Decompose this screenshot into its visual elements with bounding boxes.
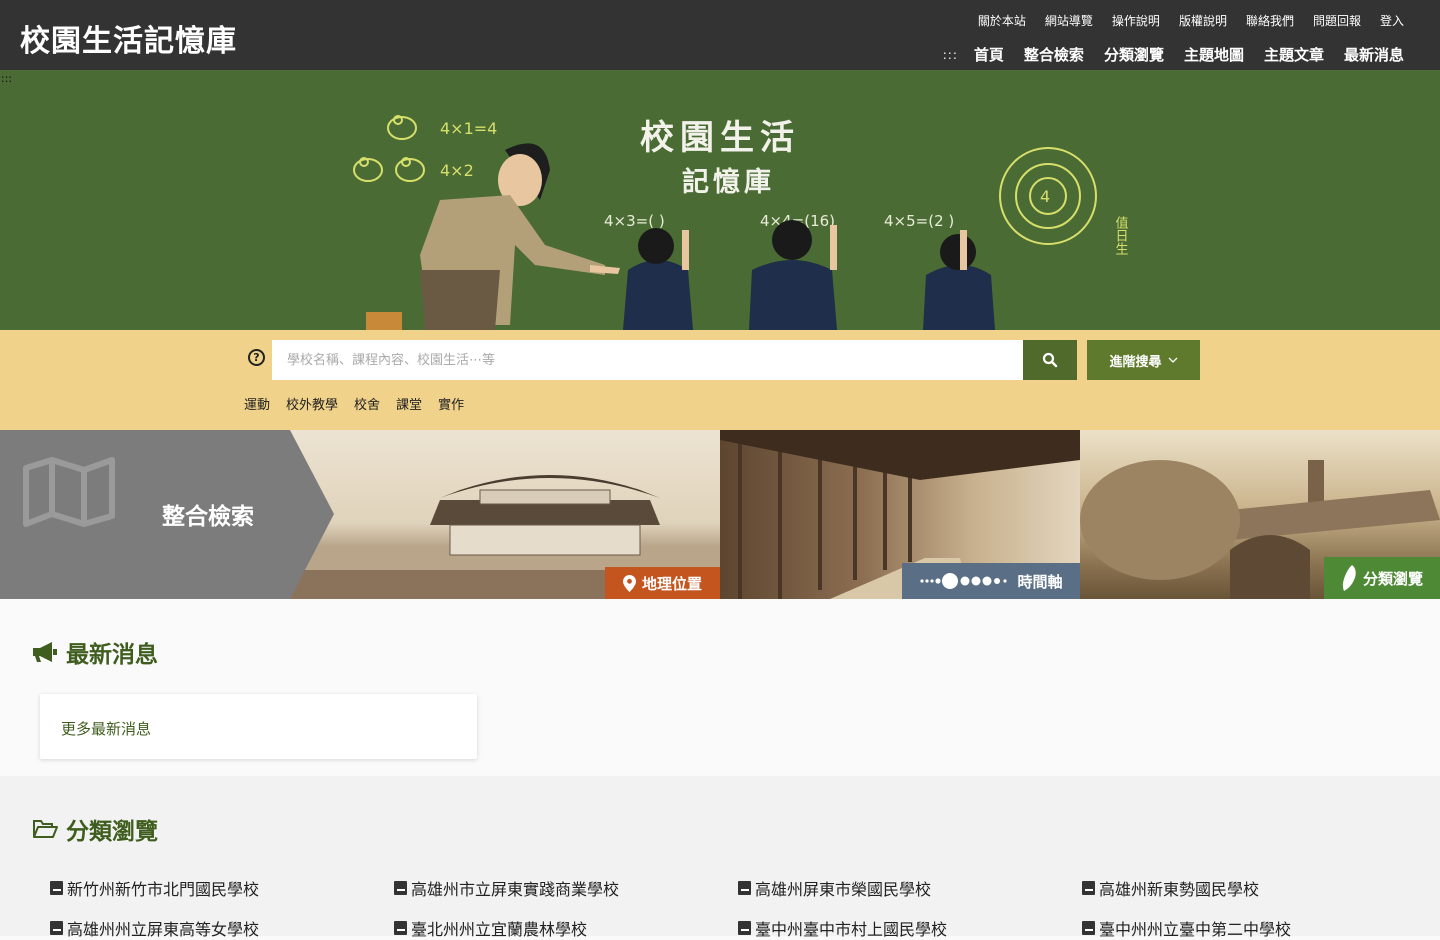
site-title[interactable]: 校園生活記憶庫: [20, 16, 237, 60]
category-section: 分類瀏覽 新竹州新竹市北門國民學校 高雄州市立屏東實踐商業學校 高雄州屏東市榮國…: [0, 776, 1440, 939]
hero-accesskey[interactable]: :::: [1, 72, 12, 85]
hero-subtitle: 記憶庫: [682, 167, 775, 198]
search-icon: [1042, 352, 1058, 368]
category-item-label: 新竹州新竹市北門國民學校: [67, 880, 260, 899]
chalk-eq-5: 4×5=(2 ): [884, 212, 954, 230]
integrated-search-title: 整合檢索: [162, 504, 254, 530]
tag-field-trip[interactable]: 校外教學: [286, 394, 338, 413]
timeline-label: 時間軸: [1017, 572, 1063, 591]
nav-articles[interactable]: 主題文章: [1264, 44, 1324, 65]
book-icon: [1082, 881, 1095, 895]
main-nav: ::: 首頁 整合檢索 分類瀏覽 主題地圖 主題文章 最新消息: [943, 44, 1404, 65]
help-icon[interactable]: ?: [248, 349, 265, 366]
category-title: 分類瀏覽: [66, 819, 158, 845]
feature-band: 整合檢索 地理位置 時間軸 分類瀏覽: [0, 430, 1440, 599]
util-link-copyright[interactable]: 版權說明: [1179, 12, 1227, 29]
taiwan-icon: [1342, 565, 1356, 591]
news-card: 更多最新消息: [40, 694, 477, 759]
chalk-eq-3: 4×3=( ): [604, 212, 665, 230]
megaphone-icon: [33, 642, 57, 662]
folder-open-icon: [33, 820, 58, 838]
nav-map[interactable]: 主題地圖: [1184, 44, 1244, 65]
book-icon: [738, 921, 751, 935]
category-item-label: 高雄州屏東市榮國民學校: [755, 880, 932, 899]
category-item-label: 高雄州新東勢國民學校: [1099, 880, 1260, 899]
geo-location-button[interactable]: 地理位置: [605, 567, 720, 599]
category-item-label: 臺北州州立宜蘭農林學校: [411, 920, 588, 939]
news-title: 最新消息: [66, 642, 158, 668]
chalk-eq-1: 4×1=4: [440, 119, 497, 138]
nav-news[interactable]: 最新消息: [1344, 44, 1404, 65]
nav-accesskey[interactable]: :::: [943, 48, 958, 62]
category-item[interactable]: 新竹州新竹市北門國民學校: [50, 876, 259, 900]
category-heading: 分類瀏覽: [32, 812, 158, 846]
advanced-search-label: 進階搜尋: [1109, 354, 1162, 370]
news-section: 最新消息 更多最新消息: [0, 599, 1440, 776]
category-browse-button[interactable]: 分類瀏覽: [1324, 557, 1440, 599]
tag-school-building[interactable]: 校舍: [354, 394, 380, 413]
search-input[interactable]: [272, 340, 1023, 380]
chevron-down-icon: [1168, 357, 1177, 363]
chalk-duty: 值日生: [1113, 215, 1129, 255]
category-item-label: 高雄州州立屏東高等女學校: [67, 920, 260, 939]
book-icon: [1082, 921, 1095, 935]
nav-browse[interactable]: 分類瀏覽: [1104, 44, 1164, 65]
nav-search[interactable]: 整合檢索: [1024, 44, 1084, 65]
book-icon: [738, 881, 751, 895]
util-link-sitemap[interactable]: 網站導覽: [1045, 12, 1093, 29]
svg-text:4: 4: [1040, 187, 1050, 206]
search-tags: 運動 校外教學 校舍 課堂 實作: [244, 394, 464, 413]
chalkboard-illustration: 4×1=4 4×2 4×3=( ) 4×4=(16) 4×5=(2 ) 4 值日…: [353, 115, 1129, 330]
chalk-eq-2: 4×2: [440, 161, 474, 180]
util-link-report[interactable]: 問題回報: [1313, 12, 1361, 29]
util-link-login[interactable]: 登入: [1380, 12, 1404, 29]
map-pin-icon: [622, 574, 636, 592]
hero-title: 校園生活: [640, 118, 800, 158]
site-header: 校園生活記憶庫 關於本站 網站導覽 操作說明 版權說明 聯絡我們 問題回報 登入…: [0, 0, 1440, 70]
search-band: ? 進階搜尋 運動 校外教學 校舍 課堂 實作: [0, 330, 1440, 430]
category-item[interactable]: 高雄州州立屏東高等女學校: [50, 916, 259, 940]
category-item[interactable]: 臺中州臺中市村上國民學校: [738, 916, 947, 940]
category-browse-label: 分類瀏覽: [1362, 569, 1423, 588]
category-item[interactable]: 高雄州屏東市榮國民學校: [738, 876, 931, 900]
timeline-button[interactable]: 時間軸: [902, 563, 1080, 599]
nav-home[interactable]: 首頁: [974, 44, 1004, 65]
book-icon: [394, 881, 407, 895]
category-item[interactable]: 臺中州州立臺中第二中學校: [1082, 916, 1291, 940]
search-button[interactable]: [1023, 340, 1077, 380]
category-item-label: 高雄州市立屏東實踐商業學校: [411, 880, 620, 899]
book-icon: [394, 921, 407, 935]
integrated-search-panel[interactable]: 整合檢索: [0, 430, 334, 599]
tag-practice[interactable]: 實作: [438, 394, 464, 413]
category-item[interactable]: 臺北州州立宜蘭農林學校: [394, 916, 587, 940]
tag-classroom[interactable]: 課堂: [396, 394, 422, 413]
util-link-about[interactable]: 關於本站: [978, 12, 1026, 29]
category-item-label: 臺中州州立臺中第二中學校: [1099, 920, 1292, 939]
news-heading: 最新消息: [32, 635, 158, 669]
geo-location-label: 地理位置: [641, 574, 702, 593]
category-item[interactable]: 高雄州新東勢國民學校: [1082, 876, 1259, 900]
tag-sports[interactable]: 運動: [244, 394, 270, 413]
advanced-search-button[interactable]: 進階搜尋: [1087, 340, 1200, 380]
hero-banner: 4×1=4 4×2 4×3=( ) 4×4=(16) 4×5=(2 ) 4 值日…: [0, 70, 1440, 330]
more-news-link[interactable]: 更多最新消息: [61, 718, 151, 739]
book-icon: [50, 881, 63, 895]
utility-nav: 關於本站 網站導覽 操作說明 版權說明 聯絡我們 問題回報 登入: [978, 12, 1404, 29]
category-item[interactable]: 高雄州市立屏東實踐商業學校: [394, 876, 619, 900]
util-link-guide[interactable]: 操作說明: [1112, 12, 1160, 29]
util-link-contact[interactable]: 聯絡我們: [1246, 12, 1294, 29]
map-icon: [23, 457, 115, 527]
timeline-icon: [920, 573, 1008, 589]
category-item-label: 臺中州臺中市村上國民學校: [755, 920, 948, 939]
book-icon: [50, 921, 63, 935]
